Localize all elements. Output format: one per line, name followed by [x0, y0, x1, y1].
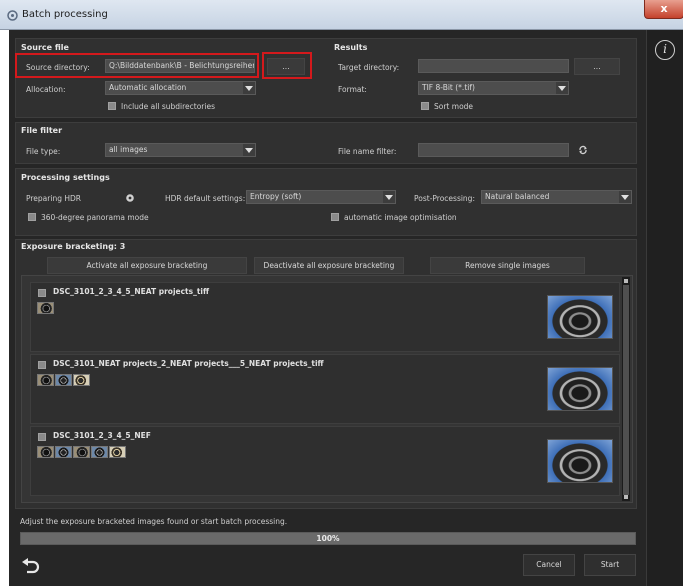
deactivate-all-button[interactable]: Deactivate all exposure bracketing	[254, 257, 404, 274]
progress-bar: 100%	[20, 532, 636, 545]
file-name-filter-label: File name filter:	[338, 147, 397, 156]
item-name: DSC_3101_2_3_4_5_NEAT projects_tiff	[53, 287, 210, 296]
item-checkbox[interactable]	[38, 361, 46, 369]
thumbnail	[73, 446, 90, 458]
chevron-down-icon	[383, 191, 395, 203]
allocation-label: Allocation:	[26, 85, 66, 94]
item-name: DSC_3101_2_3_4_5_NEF	[53, 431, 151, 440]
list-scrollbar[interactable]	[622, 277, 630, 501]
batch-processing-window: Batch processing x i Source file Source …	[0, 0, 683, 586]
source-file-title: Source file	[21, 43, 69, 52]
allocation-select[interactable]: Automatic allocation	[105, 81, 256, 95]
item-preview	[547, 295, 613, 339]
thumbnail	[37, 446, 54, 458]
chevron-down-icon	[556, 82, 568, 94]
format-label: Format:	[338, 85, 367, 94]
browse-button-highlight	[262, 52, 312, 79]
thumbnail	[37, 302, 54, 314]
thumbnail	[55, 446, 72, 458]
preparing-hdr-label: Preparing HDR	[26, 194, 81, 203]
bracketing-title: Exposure bracketing: 3	[21, 242, 126, 251]
item-preview	[547, 367, 613, 411]
target-browse-button[interactable]: ...	[574, 58, 620, 75]
source-directory-highlight	[15, 53, 259, 78]
file-name-filter-field[interactable]	[418, 143, 569, 157]
auto-optimisation-checkbox[interactable]	[331, 213, 339, 221]
chevron-down-icon	[243, 144, 255, 156]
target-directory-field[interactable]	[418, 59, 569, 73]
file-filter-title: File filter	[21, 126, 63, 135]
chevron-down-icon	[243, 82, 255, 94]
right-panel: i	[646, 30, 683, 586]
hdr-default-select[interactable]: Entropy (soft)	[246, 190, 396, 204]
cancel-button[interactable]: Cancel	[523, 554, 575, 576]
allocation-value: Automatic allocation	[109, 83, 187, 92]
undo-icon[interactable]	[20, 557, 42, 575]
processing-title: Processing settings	[21, 173, 110, 182]
progress-label: 100%	[316, 534, 340, 543]
file-type-select[interactable]: all images	[105, 143, 256, 157]
thumbnail	[55, 374, 72, 386]
refresh-icon[interactable]	[578, 145, 588, 155]
scroll-down-icon[interactable]	[624, 495, 628, 499]
item-checkbox[interactable]	[38, 433, 46, 441]
thumbnail-strip	[37, 446, 126, 458]
gear-icon[interactable]	[125, 193, 135, 203]
hdr-default-label: HDR default settings:	[165, 194, 246, 203]
scroll-up-icon[interactable]	[624, 279, 628, 283]
thumbnail-strip	[37, 374, 90, 386]
sort-mode-label: Sort mode	[434, 102, 474, 111]
thumbnail	[109, 446, 126, 458]
post-processing-label: Post-Processing:	[414, 194, 475, 203]
panorama-checkbox[interactable]	[28, 213, 36, 221]
info-icon[interactable]: i	[655, 40, 675, 60]
list-item[interactable]: DSC_3101_NEAT projects_2_NEAT projects__…	[30, 354, 620, 424]
item-checkbox[interactable]	[38, 289, 46, 297]
format-value: TIF 8-Bit (*.tif)	[422, 83, 475, 92]
include-subdirectories-checkbox[interactable]	[108, 102, 116, 110]
status-text: Adjust the exposure bracketed images fou…	[20, 517, 288, 526]
include-subdirectories-label: Include all subdirectories	[121, 102, 215, 111]
results-title: Results	[334, 43, 368, 52]
list-item[interactable]: DSC_3101_2_3_4_5_NEF	[30, 426, 620, 496]
post-processing-select[interactable]: Natural balanced	[481, 190, 632, 204]
target-directory-label: Target directory:	[338, 63, 400, 72]
remove-single-button[interactable]: Remove single images	[430, 257, 585, 274]
thumbnail	[37, 374, 54, 386]
panorama-label: 360-degree panorama mode	[41, 213, 149, 222]
file-type-label: File type:	[26, 147, 61, 156]
chevron-down-icon	[619, 191, 631, 203]
thumbnail	[91, 446, 108, 458]
close-button[interactable]: x	[644, 0, 683, 19]
title-bar: Batch processing x	[0, 0, 683, 30]
app-icon	[7, 10, 18, 21]
start-button[interactable]: Start	[584, 554, 636, 576]
window-title: Batch processing	[22, 9, 108, 20]
activate-all-button[interactable]: Activate all exposure bracketing	[47, 257, 247, 274]
item-name: DSC_3101_NEAT projects_2_NEAT projects__…	[53, 359, 324, 368]
auto-optimisation-label: automatic image optimisation	[344, 213, 457, 222]
format-select[interactable]: TIF 8-Bit (*.tif)	[418, 81, 569, 95]
thumbnail	[73, 374, 90, 386]
list-item[interactable]: DSC_3101_2_3_4_5_NEAT projects_tiff	[30, 282, 620, 352]
scrollbar-thumb[interactable]	[623, 285, 629, 495]
file-type-value: all images	[109, 145, 148, 154]
sort-mode-checkbox[interactable]	[421, 102, 429, 110]
post-processing-value: Natural balanced	[485, 192, 550, 201]
item-preview	[547, 439, 613, 483]
hdr-default-value: Entropy (soft)	[250, 192, 302, 201]
thumbnail-strip	[37, 302, 54, 314]
